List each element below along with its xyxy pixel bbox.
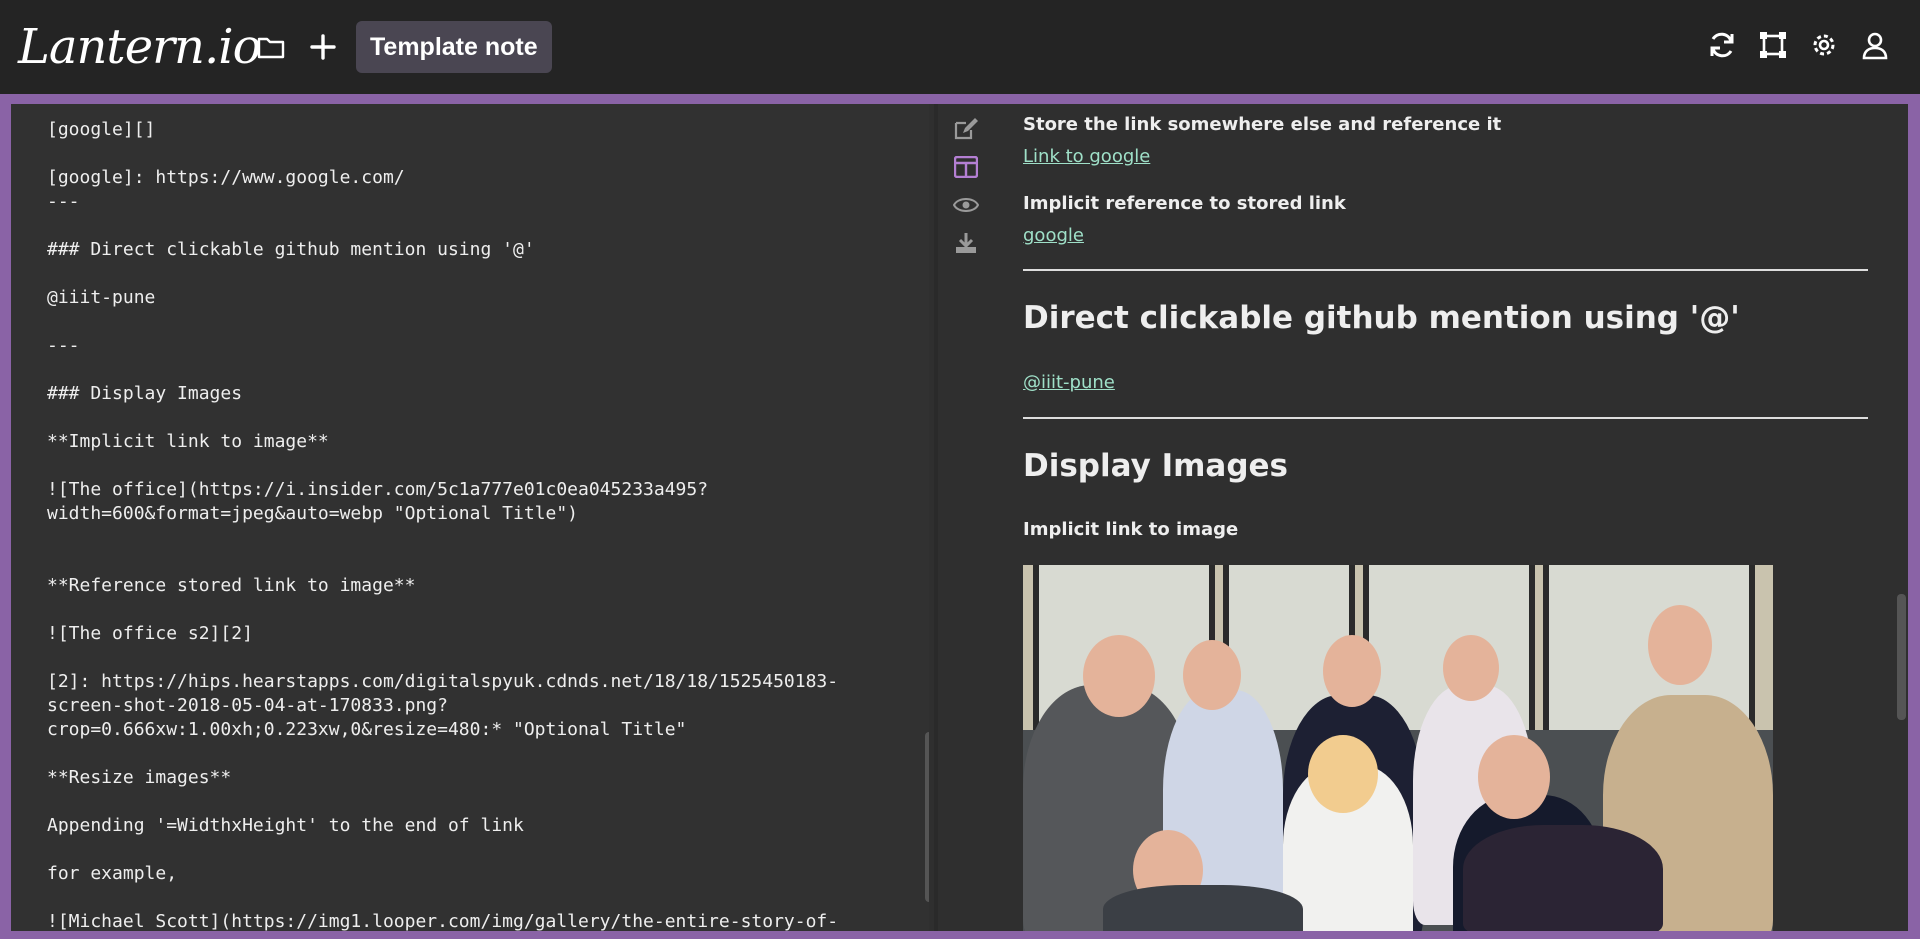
user-icon[interactable] (1858, 28, 1892, 62)
editor-text[interactable]: [google][] [google]: https://www.google.… (47, 104, 838, 931)
the-office-image (1023, 565, 1773, 931)
plus-icon[interactable] (306, 30, 340, 64)
store-link-heading: Store the link somewhere else and refere… (1023, 114, 1502, 135)
editor-scrollbar[interactable] (925, 732, 929, 902)
preview-scrollbar[interactable] (1897, 594, 1906, 720)
google-link[interactable]: google (1023, 225, 1084, 246)
implicit-reference-heading: Implicit reference to stored link (1023, 193, 1346, 214)
template-note-button[interactable]: Template note (356, 21, 552, 73)
horizontal-rule (1023, 417, 1868, 419)
display-images-heading: Display Images (1023, 448, 1289, 484)
split-view-icon[interactable] (951, 152, 981, 182)
sync-icon[interactable] (1705, 28, 1739, 62)
pane-divider[interactable] (934, 104, 938, 931)
download-icon[interactable] (951, 228, 981, 258)
folder-icon[interactable] (254, 30, 288, 64)
fullscreen-icon[interactable] (1756, 28, 1790, 62)
app-logo[interactable]: Lantern.io (18, 19, 261, 75)
mention-heading: Direct clickable github mention using '@… (1023, 300, 1740, 336)
edit-icon[interactable] (951, 114, 981, 144)
markdown-editor[interactable]: [google][] [google]: https://www.google.… (11, 104, 929, 931)
workspace: [google][] [google]: https://www.google.… (11, 104, 1908, 931)
eye-icon[interactable] (951, 190, 981, 220)
view-toolbar (947, 114, 985, 258)
gear-icon[interactable] (1807, 28, 1841, 62)
markdown-preview: Store the link somewhere else and refere… (1023, 104, 1868, 931)
link-to-google[interactable]: Link to google (1023, 146, 1150, 167)
implicit-image-heading: Implicit link to image (1023, 519, 1239, 540)
github-mention-link[interactable]: @iiit-pune (1023, 372, 1115, 393)
horizontal-rule (1023, 269, 1868, 271)
top-navbar: Lantern.io Template note (0, 0, 1920, 94)
